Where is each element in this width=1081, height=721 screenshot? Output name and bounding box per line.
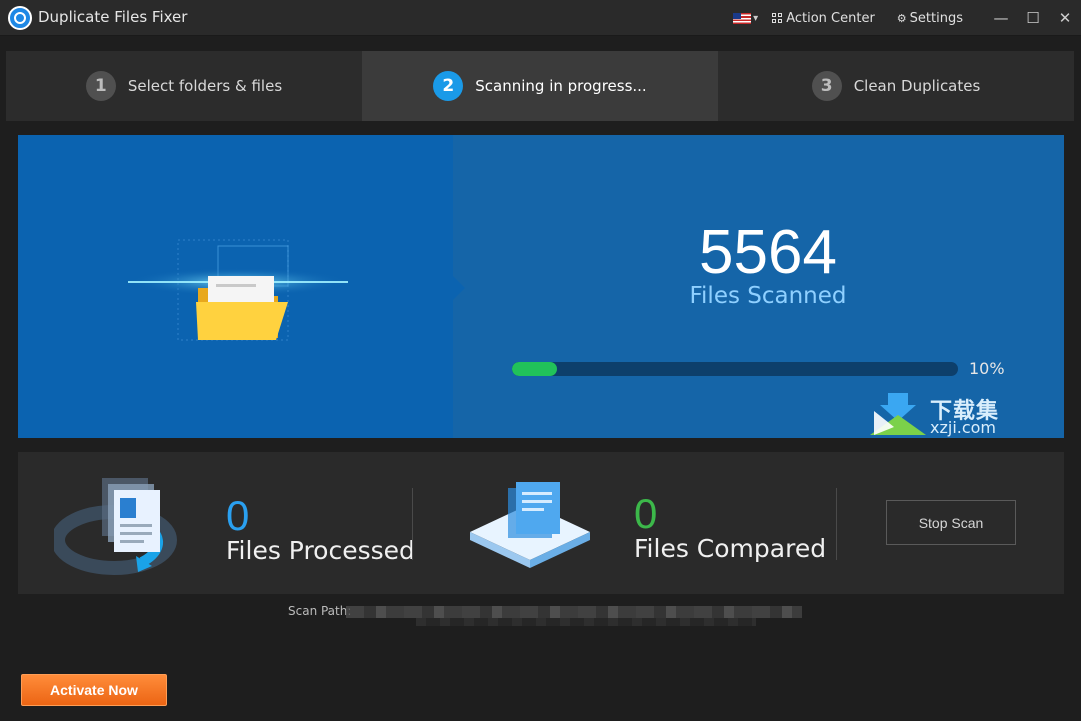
watermark-text-en: xzji.com [930, 418, 997, 437]
scan-progress-bar [512, 362, 958, 376]
files-scanned-count: 5564 [699, 218, 837, 287]
step-label: Scanning in progress... [475, 77, 647, 95]
stats-divider [412, 488, 413, 560]
step-scanning: 2 Scanning in progress... [362, 51, 718, 121]
watermark-logo-icon [870, 393, 926, 435]
us-flag-icon[interactable] [733, 12, 752, 24]
title-bar: Duplicate Files Fixer ▾ Action Center ⚙ … [0, 0, 1081, 36]
grid-icon [772, 13, 783, 23]
step-number: 2 [433, 71, 464, 101]
stats-divider [836, 488, 837, 560]
scan-progress-percent: 10% [969, 359, 1005, 378]
step-label: Clean Duplicates [853, 77, 981, 95]
files-compared-icon [470, 482, 590, 568]
action-center-button[interactable]: Action Center [772, 11, 875, 26]
maximize-button[interactable]: ☐ [1017, 9, 1049, 27]
activate-now-button[interactable]: Activate Now [21, 674, 167, 706]
scan-illustration-area [18, 135, 465, 438]
settings-label: Settings [909, 10, 963, 26]
files-scanned-label: Files Scanned [689, 283, 847, 309]
minimize-button[interactable]: — [985, 9, 1017, 27]
files-processed-count: 0 [226, 492, 250, 539]
app-logo-icon [8, 6, 32, 30]
watermark: 下载集 xzji.com [870, 391, 1020, 437]
step-label: Select folders & files [127, 77, 283, 95]
close-button[interactable]: ✕ [1049, 9, 1081, 27]
scan-status-panel: 5564 Files Scanned 10% 下载集 xzji.com [18, 135, 1064, 438]
title-bar-controls: ▾ Action Center ⚙ Settings — ☐ ✕ [733, 0, 1081, 36]
scan-stats-panel: 0 Files Processed 0 Files Compared Stop … [18, 452, 1064, 594]
step-number: 3 [811, 71, 842, 101]
scan-progress-fill [512, 362, 557, 376]
scan-path-value-blurred [346, 606, 802, 626]
files-processed-label: Files Processed [226, 536, 415, 565]
chevron-down-icon[interactable]: ▾ [753, 13, 758, 24]
scan-path-label: Scan Path: [288, 604, 352, 618]
action-center-label: Action Center [786, 10, 875, 26]
files-processed-icon [54, 478, 177, 575]
files-compared-count: 0 [634, 490, 658, 537]
step-number: 1 [85, 71, 116, 101]
stop-scan-button[interactable]: Stop Scan [886, 500, 1016, 545]
step-select-folders: 1 Select folders & files [6, 51, 362, 121]
step-clean-duplicates: 3 Clean Duplicates [718, 51, 1074, 121]
settings-button[interactable]: ⚙ Settings [897, 11, 963, 26]
step-tabs: 1 Select folders & files 2 Scanning in p… [6, 51, 1074, 121]
app-title: Duplicate Files Fixer [38, 8, 188, 26]
gear-icon: ⚙ [896, 11, 907, 25]
files-compared-label: Files Compared [634, 534, 827, 563]
scanning-folder-icon [128, 239, 348, 341]
